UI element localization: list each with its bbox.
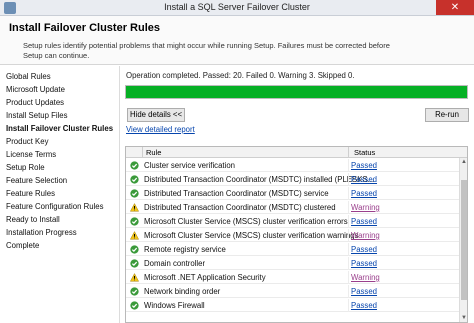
rule-name: Microsoft Cluster Service (MSCS) cluster…: [144, 231, 359, 240]
rule-name: Domain controller: [144, 259, 206, 268]
table-row[interactable]: Remote registry service Passed: [126, 243, 459, 256]
table-row[interactable]: Cluster service verification Passed: [126, 159, 459, 172]
rule-status-link[interactable]: Passed: [351, 175, 377, 184]
scrollbar-thumb[interactable]: [461, 180, 467, 300]
main-panel: Operation completed. Passed: 20. Failed …: [121, 66, 474, 323]
column-divider: [348, 159, 349, 172]
rule-status-link[interactable]: Passed: [351, 245, 377, 254]
rule-name: Distributed Transaction Coordinator (MSD…: [144, 189, 329, 198]
rerun-button[interactable]: Re-run: [425, 108, 469, 122]
sidebar-item-feature-rules[interactable]: Feature Rules: [6, 189, 55, 198]
check-circle-icon: [130, 175, 139, 184]
rule-name: Cluster service verification: [144, 161, 235, 170]
scroll-up-arrow-icon[interactable]: ▲: [460, 158, 467, 166]
table-row[interactable]: Distributed Transaction Coordinator (MSD…: [126, 201, 459, 214]
table-row[interactable]: Domain controller Passed: [126, 257, 459, 270]
table-row[interactable]: Microsoft Cluster Service (MSCS) cluster…: [126, 229, 459, 242]
check-circle-icon: [130, 161, 139, 170]
rules-table: Rule Status Cluster service verification…: [125, 146, 468, 323]
hide-details-button[interactable]: Hide details <<: [127, 108, 185, 122]
table-row[interactable]: Distributed Transaction Coordinator (MSD…: [126, 187, 459, 200]
sidebar-item-installation-progress[interactable]: Installation Progress: [6, 228, 77, 237]
sidebar-item-complete[interactable]: Complete: [6, 241, 39, 250]
rule-status-link[interactable]: Warning: [351, 203, 380, 212]
column-header-status[interactable]: Status: [354, 148, 375, 157]
rules-table-header: Rule Status: [126, 147, 467, 158]
sidebar-item-install-setup-files[interactable]: Install Setup Files: [6, 111, 68, 120]
column-divider: [348, 173, 349, 186]
check-circle-icon: [130, 301, 139, 310]
sidebar-item-global-rules[interactable]: Global Rules: [6, 72, 51, 81]
sidebar-item-product-key[interactable]: Product Key: [6, 137, 48, 146]
scroll-down-arrow-icon[interactable]: ▼: [460, 314, 467, 322]
title-bar: Install a SQL Server Failover Cluster ✕: [0, 0, 474, 16]
page-header: Install Failover Cluster Rules Setup rul…: [0, 16, 474, 65]
rule-name: Remote registry service: [144, 245, 226, 254]
column-divider: [348, 187, 349, 200]
rule-status-link[interactable]: Passed: [351, 259, 377, 268]
sidebar-item-feature-selection[interactable]: Feature Selection: [6, 176, 67, 185]
warning-triangle-icon: [130, 273, 139, 282]
column-divider: [348, 299, 349, 312]
column-divider: [348, 285, 349, 298]
check-circle-icon: [130, 287, 139, 296]
check-circle-icon: [130, 189, 139, 198]
table-row[interactable]: Microsoft Cluster Service (MSCS) cluster…: [126, 215, 459, 228]
view-detailed-report-link[interactable]: View detailed report: [126, 125, 195, 134]
sidebar-item-feature-configuration-rules[interactable]: Feature Configuration Rules: [6, 202, 104, 211]
column-divider: [348, 229, 349, 242]
rule-status-link[interactable]: Passed: [351, 189, 377, 198]
sidebar-item-setup-role[interactable]: Setup Role: [6, 163, 45, 172]
rule-name: Windows Firewall: [144, 301, 205, 310]
check-circle-icon: [130, 217, 139, 226]
column-divider: [348, 215, 349, 228]
rule-name: Distributed Transaction Coordinator (MSD…: [144, 175, 375, 184]
table-row[interactable]: Network binding order Passed: [126, 285, 459, 298]
sidebar-item-ready-to-install[interactable]: Ready to Install: [6, 215, 60, 224]
rule-status-link[interactable]: Passed: [351, 301, 377, 310]
column-divider[interactable]: [142, 147, 143, 158]
table-row[interactable]: Microsoft .NET Application Security Warni…: [126, 271, 459, 284]
vertical-scrollbar[interactable]: ▲ ▼: [459, 158, 467, 322]
sidebar-item-license-terms[interactable]: License Terms: [6, 150, 56, 159]
table-row[interactable]: Windows Firewall Passed: [126, 299, 459, 312]
rule-status-link[interactable]: Passed: [351, 217, 377, 226]
rule-status-link[interactable]: Passed: [351, 161, 377, 170]
warning-triangle-icon: [130, 231, 139, 240]
progress-bar: [125, 85, 468, 99]
page-description: Setup rules identify potential problems …: [23, 41, 390, 60]
check-circle-icon: [130, 259, 139, 268]
sidebar-item-microsoft-update[interactable]: Microsoft Update: [6, 85, 65, 94]
rule-status-link[interactable]: Passed: [351, 287, 377, 296]
column-divider: [348, 271, 349, 284]
column-divider: [348, 257, 349, 270]
check-circle-icon: [130, 245, 139, 254]
sidebar-item-product-updates[interactable]: Product Updates: [6, 98, 64, 107]
rule-name: Distributed Transaction Coordinator (MSD…: [144, 203, 336, 212]
page-title: Install Failover Cluster Rules: [9, 22, 160, 34]
column-divider: [348, 201, 349, 214]
rule-name: Network binding order: [144, 287, 221, 296]
rule-name: Microsoft .NET Application Security: [144, 273, 266, 282]
close-button[interactable]: ✕: [436, 0, 474, 15]
column-divider[interactable]: [348, 147, 349, 158]
rule-status-link[interactable]: Warning: [351, 273, 380, 282]
operation-status-text: Operation completed. Passed: 20. Failed …: [126, 71, 355, 80]
rule-status-link[interactable]: Warning: [351, 231, 380, 240]
progress-bar-fill: [126, 86, 467, 98]
table-row[interactable]: Distributed Transaction Coordinator (MSD…: [126, 173, 459, 186]
sidebar-item-install-failover-cluster-rules[interactable]: Install Failover Cluster Rules: [6, 124, 113, 133]
column-header-rule[interactable]: Rule: [146, 148, 161, 157]
column-divider: [348, 243, 349, 256]
window-title: Install a SQL Server Failover Cluster: [164, 2, 310, 12]
rule-name: Microsoft Cluster Service (MSCS) cluster…: [144, 217, 348, 226]
warning-triangle-icon: [130, 203, 139, 212]
sidebar-nav: Global Rules Microsoft Update Product Up…: [0, 66, 120, 323]
